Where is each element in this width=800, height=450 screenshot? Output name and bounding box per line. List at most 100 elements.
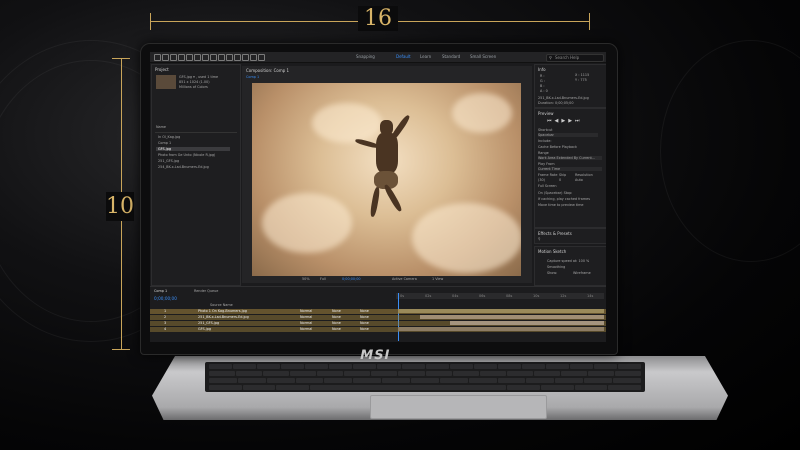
- render-queue-tab[interactable]: Render Queue: [194, 289, 218, 293]
- info-title: Info: [538, 67, 546, 72]
- layer-bar[interactable]: [450, 321, 604, 325]
- cloud: [312, 103, 382, 143]
- layer-bar[interactable]: [420, 315, 604, 319]
- brush-tool-icon[interactable]: [234, 54, 241, 61]
- info-value: X : 1115: [575, 73, 590, 77]
- composition-viewer[interactable]: [252, 83, 521, 276]
- motion-sketch-title: Motion Sketch: [538, 249, 567, 254]
- layer-number: 3: [164, 321, 167, 325]
- tab-default[interactable]: Default: [396, 54, 411, 59]
- help-search[interactable]: ⚲ Search Help: [546, 54, 604, 62]
- list-item[interactable]: Comp 1: [158, 141, 171, 145]
- shape-tool-icon[interactable]: [210, 54, 217, 61]
- comp-sub-tab[interactable]: Comp 1: [246, 75, 259, 79]
- width-label: 16: [358, 6, 398, 31]
- list-item[interactable]: Photo from Ge Unto (Nicole R.jpg): [158, 153, 215, 157]
- layer-trkmat[interactable]: None: [332, 327, 341, 331]
- layer-parent[interactable]: None: [360, 315, 369, 319]
- zoom-tool-icon[interactable]: [178, 54, 185, 61]
- range-select[interactable]: Work Area Extended By Current...: [538, 156, 602, 160]
- option-checkbox[interactable]: Move time to preview time: [538, 203, 584, 207]
- info-value: G :: [540, 79, 545, 83]
- list-item[interactable]: 251_GFS.jpg: [158, 159, 179, 163]
- playback-controls[interactable]: ⏮◀▶▶⏭: [547, 118, 583, 124]
- app-toolbar: Snapping Default Learn Standard Small Sc…: [150, 52, 606, 63]
- view-select[interactable]: 1 View: [432, 277, 443, 281]
- skip-value[interactable]: 0: [559, 178, 561, 182]
- pen-tool-icon[interactable]: [218, 54, 225, 61]
- table-row[interactable]: 1 Photo 1 On Kag-Bnumers.jpg Normal None…: [150, 309, 606, 314]
- wireframe-checkbox[interactable]: Wireframe: [573, 271, 591, 275]
- selection-tool-icon[interactable]: [162, 54, 169, 61]
- tab-standard[interactable]: Standard: [442, 54, 460, 59]
- table-row[interactable]: 4 GFS.jpg Normal None None: [150, 327, 606, 332]
- camera-tool-icon[interactable]: [194, 54, 201, 61]
- option-checkbox[interactable]: Full Screen: [538, 184, 557, 188]
- ruler-label: 06s: [479, 294, 486, 298]
- layer-number: 4: [164, 327, 167, 331]
- layer-mode[interactable]: Normal: [300, 309, 312, 313]
- layer-trkmat[interactable]: None: [332, 315, 341, 319]
- product-image: 16 10 MSI Snapping Default Learn Standar…: [0, 0, 800, 450]
- layer-name: 251_GFS.jpg: [198, 321, 220, 325]
- list-item-selected[interactable]: GFS.jpg: [156, 147, 230, 151]
- ruler-label: 02s: [425, 294, 432, 298]
- rotate-tool-icon[interactable]: [186, 54, 193, 61]
- layer-bar[interactable]: [398, 327, 604, 331]
- layer-name: 251_BK-x-Lsd-Bnumers-Ed.jpg: [198, 315, 249, 319]
- list-item[interactable]: In Ol_Kag.jpg: [158, 135, 180, 139]
- eraser-tool-icon[interactable]: [250, 54, 257, 61]
- capture-speed[interactable]: Capture speed at: 100 %: [547, 259, 589, 263]
- ruler-label: 14s: [587, 294, 594, 298]
- layer-mode[interactable]: Normal: [300, 327, 312, 331]
- layer-mode[interactable]: Normal: [300, 321, 312, 325]
- effects-panel: Effects & Presets ⚲: [534, 228, 606, 244]
- figure-leg-left: [369, 186, 381, 218]
- option-checkbox[interactable]: Cache Before Playback: [538, 145, 577, 149]
- play-from-select[interactable]: Current Time: [538, 167, 602, 171]
- ruler-label: 08s: [506, 294, 513, 298]
- clone-tool-icon[interactable]: [242, 54, 249, 61]
- resolution-value[interactable]: Auto: [575, 178, 583, 182]
- resolution-select[interactable]: Full: [320, 277, 326, 281]
- show-label: Show:: [547, 271, 558, 275]
- motion-sketch-panel: Motion Sketch Capture speed at: 100 % Sm…: [534, 246, 606, 286]
- snapping-toggle[interactable]: Snapping: [356, 54, 375, 59]
- layer-bar[interactable]: [398, 309, 604, 313]
- home-icon[interactable]: [154, 54, 161, 61]
- layer-mode[interactable]: Normal: [300, 315, 312, 319]
- hand-tool-icon[interactable]: [170, 54, 177, 61]
- puppet-tool-icon[interactable]: [258, 54, 265, 61]
- table-row[interactable]: 3 251_GFS.jpg Normal None None: [150, 321, 606, 326]
- timeline-tab[interactable]: Comp 1: [154, 289, 167, 293]
- info-value: B :: [540, 84, 545, 88]
- zoom-level[interactable]: 50%: [302, 277, 310, 281]
- list-item[interactable]: 254_BK-x-Lsd-Bnumers-Ed.jpg: [158, 165, 209, 169]
- layer-trkmat[interactable]: None: [332, 321, 341, 325]
- layer-parent[interactable]: None: [360, 327, 369, 331]
- option-label: Play From: [538, 162, 555, 166]
- type-tool-icon[interactable]: [226, 54, 233, 61]
- option-checkbox[interactable]: If caching, play cached frames: [538, 197, 590, 201]
- layer-name: GFS.jpg: [198, 327, 211, 331]
- pan-tool-icon[interactable]: [202, 54, 209, 61]
- shortcut-select[interactable]: Spacebar: [538, 133, 598, 137]
- laptop-screen: Snapping Default Learn Standard Small Sc…: [150, 52, 606, 342]
- tab-learn[interactable]: Learn: [420, 54, 431, 59]
- layer-parent[interactable]: None: [360, 321, 369, 325]
- table-row[interactable]: 2 251_BK-x-Lsd-Bnumers-Ed.jpg Normal Non…: [150, 315, 606, 320]
- layer-number: 2: [164, 315, 167, 319]
- search-icon[interactable]: ⚲: [538, 237, 540, 241]
- smoothing[interactable]: Smoothing: [547, 265, 565, 269]
- timeline-timecode[interactable]: 0;00;00;00: [154, 296, 177, 301]
- layer-parent[interactable]: None: [360, 309, 369, 313]
- composition-tab[interactable]: Composition: Comp 1: [246, 68, 289, 73]
- layer-trkmat[interactable]: None: [332, 309, 341, 313]
- info-value: Y : 775: [575, 78, 587, 82]
- background-swirl: [660, 40, 800, 262]
- option-label: Skip: [559, 173, 567, 177]
- frame-rate-value[interactable]: (30): [538, 178, 545, 182]
- tab-small-screen[interactable]: Small Screen: [470, 54, 496, 59]
- camera-select[interactable]: Active Camera: [392, 277, 417, 281]
- current-time[interactable]: 0;00;00;00: [342, 277, 361, 281]
